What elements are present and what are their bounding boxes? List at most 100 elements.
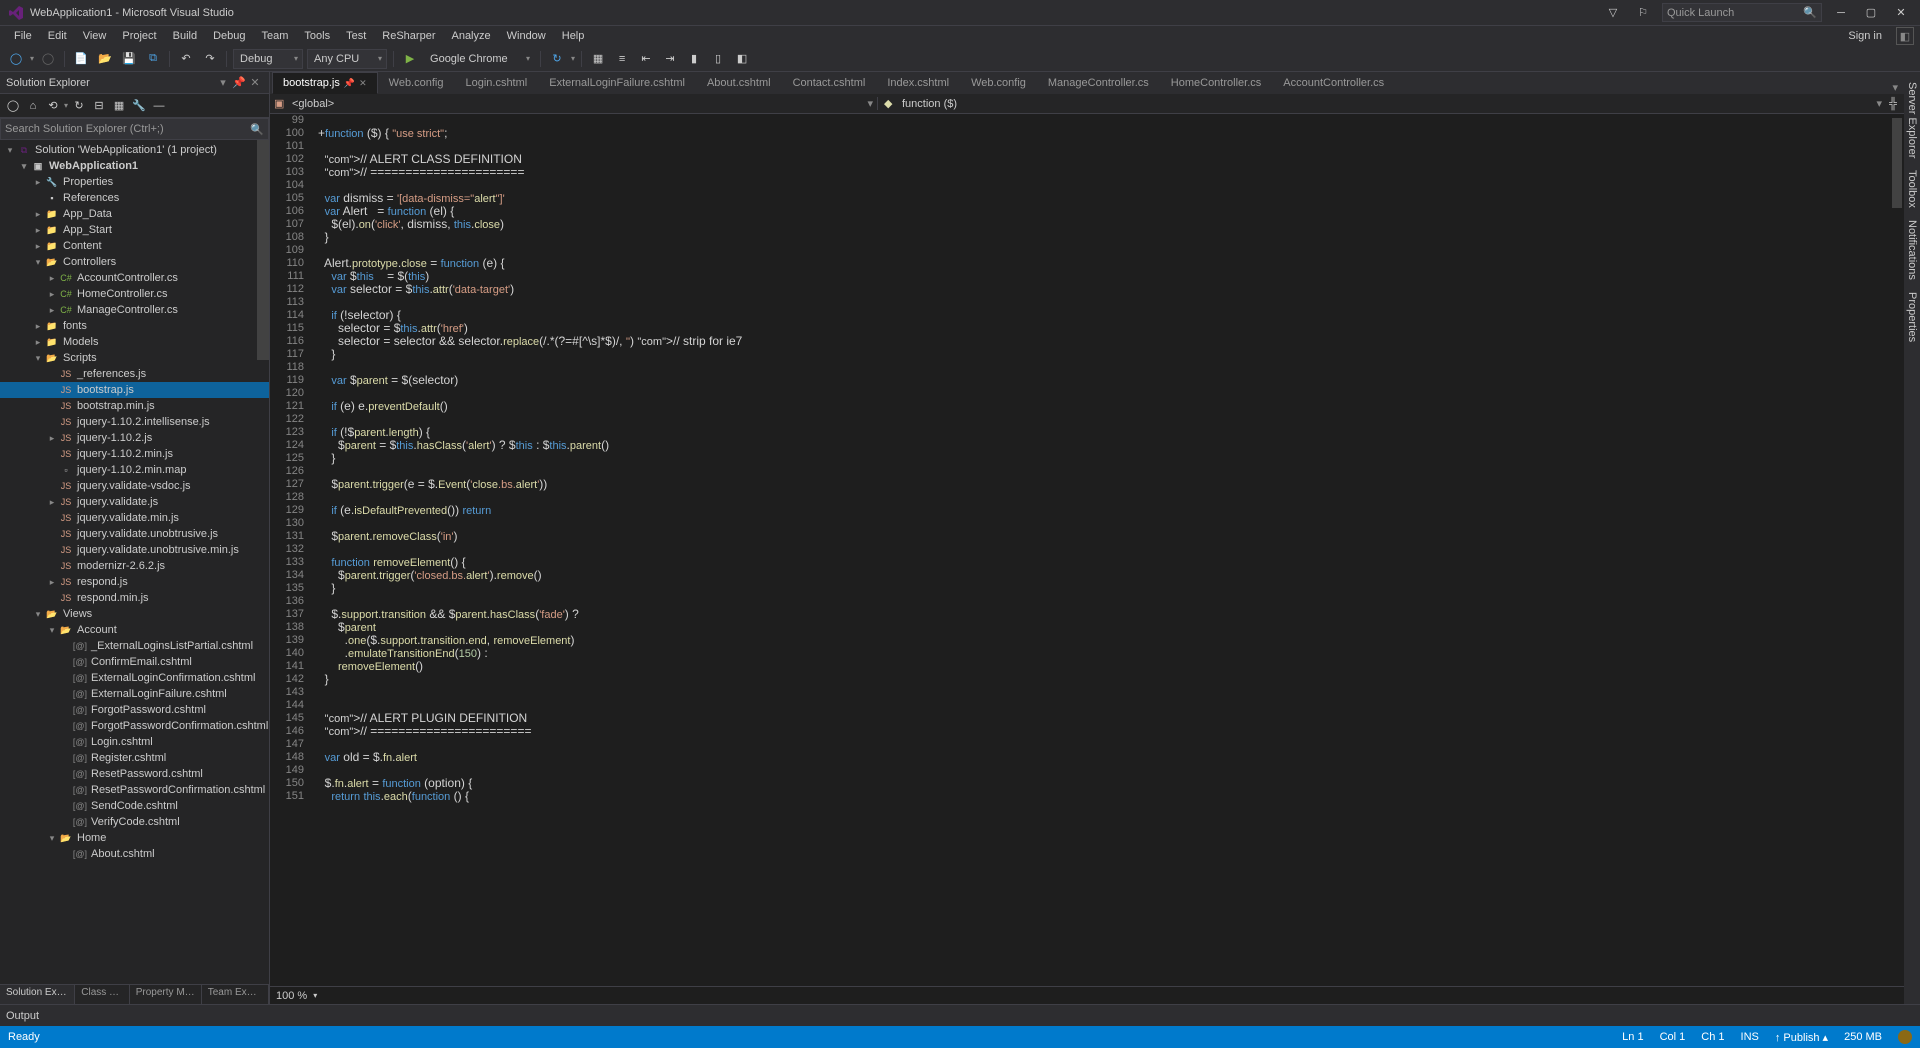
doc-tab[interactable]: Web.config (378, 72, 455, 94)
editor-scrollbar[interactable] (1890, 114, 1904, 986)
nav-back-button[interactable]: ◯ (6, 49, 26, 69)
back-icon[interactable]: ◯ (4, 97, 22, 115)
doc-tab[interactable]: Contact.cshtml (782, 72, 877, 94)
tree-node[interactable]: JSjquery.validate-vsdoc.js (0, 478, 269, 494)
expander-icon[interactable]: ▸ (46, 577, 58, 588)
split-icon[interactable]: ╬ (1886, 98, 1900, 110)
save-button[interactable]: 💾 (119, 49, 139, 69)
tree-node[interactable]: ▸📁fonts (0, 318, 269, 334)
feedback-icon[interactable]: ▽ (1602, 4, 1624, 22)
code-editor[interactable]: 9910010110210310410510610710810911011111… (270, 114, 1904, 986)
tree-node[interactable]: ▾▣WebApplication1 (0, 158, 269, 174)
doc-tab[interactable]: ExternalLoginFailure.cshtml (538, 72, 696, 94)
tree-node[interactable]: ▾📂Account (0, 622, 269, 638)
tree-node[interactable]: JSjquery.validate.unobtrusive.js (0, 526, 269, 542)
run-target-dropdown[interactable]: Google Chrome (424, 49, 534, 69)
menu-resharper[interactable]: ReSharper (374, 28, 443, 44)
menu-test[interactable]: Test (338, 28, 374, 44)
tree-node[interactable]: [@]ForgotPassword.cshtml (0, 702, 269, 718)
preview-icon[interactable]: — (150, 97, 168, 115)
close-button[interactable]: ✕ (1890, 4, 1912, 22)
doc-tab[interactable]: Index.cshtml (876, 72, 960, 94)
expander-icon[interactable]: ▸ (32, 177, 44, 188)
user-icon[interactable]: ◧ (1896, 27, 1914, 45)
tab-class-view[interactable]: Class View (75, 985, 130, 1004)
tab-properties[interactable]: Properties (1906, 286, 1918, 348)
menu-help[interactable]: Help (554, 28, 593, 44)
doc-tab[interactable]: Login.cshtml (454, 72, 538, 94)
start-debug-button[interactable]: ▶ (400, 49, 420, 69)
sync-icon[interactable]: ⟲ (44, 97, 62, 115)
tree-node[interactable]: JSmodernizr-2.6.2.js (0, 558, 269, 574)
menu-debug[interactable]: Debug (205, 28, 253, 44)
refresh-icon[interactable]: ↻ (70, 97, 88, 115)
expander-icon[interactable]: ▾ (46, 625, 58, 636)
publish-button[interactable]: ↑ Publish ▴ (1775, 1031, 1828, 1044)
tree-node[interactable]: ▪References (0, 190, 269, 206)
tree-node[interactable]: JSbootstrap.min.js (0, 398, 269, 414)
open-button[interactable]: 📂 (95, 49, 115, 69)
tree-node[interactable]: JSrespond.min.js (0, 590, 269, 606)
undo-button[interactable]: ↶ (176, 49, 196, 69)
toolbar-btn-2[interactable]: ≡ (612, 49, 632, 69)
tab-server-explorer[interactable]: Server Explorer (1906, 76, 1918, 164)
tree-scrollbar-thumb[interactable] (257, 140, 269, 360)
toolbar-bookmark[interactable]: ◧ (732, 49, 752, 69)
menu-window[interactable]: Window (499, 28, 554, 44)
tree-node[interactable]: JSjquery.validate.min.js (0, 510, 269, 526)
collapse-icon[interactable]: ⊟ (90, 97, 108, 115)
doc-tab[interactable]: Web.config (960, 72, 1037, 94)
tree-node[interactable]: ▸C#ManageController.cs (0, 302, 269, 318)
toolbar-indent-out[interactable]: ⇤ (636, 49, 656, 69)
expander-icon[interactable]: ▸ (32, 337, 44, 348)
toolbar-btn-1[interactable]: ▦ (588, 49, 608, 69)
tree-node[interactable]: ▾📂Controllers (0, 254, 269, 270)
save-all-button[interactable]: ⧉ (143, 49, 163, 69)
tree-node[interactable]: [@]About.cshtml (0, 846, 269, 862)
menu-project[interactable]: Project (114, 28, 164, 44)
properties-icon[interactable]: 🔧 (130, 97, 148, 115)
minimize-button[interactable]: ─ (1830, 4, 1852, 22)
close-icon[interactable]: ✕ (359, 78, 367, 89)
expander-icon[interactable]: ▸ (46, 497, 58, 508)
tree-node[interactable]: JS_references.js (0, 366, 269, 382)
tree-node[interactable]: ▸C#HomeController.cs (0, 286, 269, 302)
panel-close-icon[interactable]: ✕ (247, 75, 263, 91)
menu-view[interactable]: View (75, 28, 115, 44)
tree-node[interactable]: [@]_ExternalLoginsListPartial.cshtml (0, 638, 269, 654)
expander-icon[interactable]: ▾ (32, 353, 44, 364)
expander-icon[interactable]: ▾ (46, 833, 58, 844)
tree-node[interactable]: ▸JSjquery.validate.js (0, 494, 269, 510)
quick-launch-input[interactable]: Quick Launch 🔍 (1662, 3, 1822, 22)
code-content[interactable]: +function ($) { "use strict"; "com">// A… (318, 114, 1904, 986)
tree-node[interactable]: ▸📁Models (0, 334, 269, 350)
toolbar-indent-in[interactable]: ⇥ (660, 49, 680, 69)
tree-node[interactable]: [@]ResetPassword.cshtml (0, 766, 269, 782)
show-all-icon[interactable]: ▦ (110, 97, 128, 115)
output-panel-header[interactable]: Output (0, 1004, 1920, 1026)
member-dropdown[interactable]: function ($)▾ (898, 97, 1886, 110)
resharper-status-icon[interactable] (1898, 1030, 1912, 1044)
tree-node[interactable]: ▾📂Scripts (0, 350, 269, 366)
expander-icon[interactable]: ▸ (32, 321, 44, 332)
tree-node[interactable]: ▾📂Home (0, 830, 269, 846)
zoom-level[interactable]: 100 %▾ (270, 986, 1904, 1004)
tree-node[interactable]: [@]SendCode.cshtml (0, 798, 269, 814)
nav-forward-button[interactable]: ◯ (38, 49, 58, 69)
expander-icon[interactable]: ▾ (4, 145, 16, 156)
menu-build[interactable]: Build (165, 28, 205, 44)
new-project-button[interactable]: 📄 (71, 49, 91, 69)
panel-options-icon[interactable]: ▾ (215, 75, 231, 91)
tree-node[interactable]: ▸🔧Properties (0, 174, 269, 190)
menu-file[interactable]: File (6, 28, 40, 44)
tree-node[interactable]: JSjquery-1.10.2.intellisense.js (0, 414, 269, 430)
tree-node[interactable]: JSjquery.validate.unobtrusive.min.js (0, 542, 269, 558)
tree-node[interactable]: ▾📂Views (0, 606, 269, 622)
expander-icon[interactable]: ▸ (46, 433, 58, 444)
platform-dropdown[interactable]: Any CPU (307, 49, 387, 69)
menu-tools[interactable]: Tools (296, 28, 338, 44)
tree-node[interactable]: ▾⧉Solution 'WebApplication1' (1 project) (0, 142, 269, 158)
tree-node[interactable]: [@]ConfirmEmail.cshtml (0, 654, 269, 670)
tree-node[interactable]: [@]Register.cshtml (0, 750, 269, 766)
tab-property-manager[interactable]: Property Man… (130, 985, 202, 1004)
